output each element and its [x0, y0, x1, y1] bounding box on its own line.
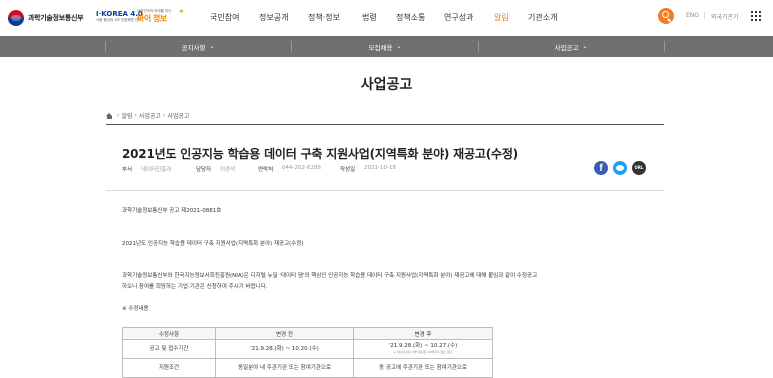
edit-heading: ※ 수정내용	[122, 306, 149, 312]
table-cell-note: ※ 접수마감은 세부 일정은 20페이지 참조 참조	[393, 350, 453, 354]
contact-value: 044-202-6286	[282, 165, 321, 171]
subnav-item-label: 사업공고	[554, 43, 579, 52]
gnb-item-policy-communication[interactable]: 정책소통	[396, 11, 425, 25]
ikorea-logo-text: I·KOREA 4.0	[96, 10, 143, 18]
international-site-link[interactable]: 외국기관기	[711, 12, 739, 21]
gnb-item-about[interactable]: 기관소개	[528, 11, 557, 25]
gnb-item-policy-info[interactable]: 정책·정보	[308, 11, 340, 25]
slogan-logo: 대한민국의 미래를 여는 바이 정보 ✦	[137, 7, 185, 25]
all-menu-icon[interactable]	[751, 11, 761, 21]
notice-number: 과학기술정보통신부 공고 제2021-0881호	[122, 208, 222, 214]
chevron-down-icon: ⌄	[209, 43, 215, 50]
sparkle-icon: ✦	[178, 7, 185, 16]
twitter-share-icon[interactable]	[613, 161, 627, 175]
breadcrumb: › 알림 › 사업공고 › 사업공고	[106, 111, 189, 120]
post-title: 2021년도 인공지능 학습용 데이터 구축 지원사업(지역특화 분야) 재공고…	[122, 147, 518, 161]
notice-paragraph-line2: 하오니 참여를 희망하는 기업·기관은 신청하여 주시기 바랍니다.	[122, 284, 268, 290]
ministry-name: 과학기술정보통신부	[28, 14, 84, 22]
dept-label: 부서	[122, 167, 133, 173]
header-divider	[704, 12, 705, 19]
chevron-down-icon: ⌄	[582, 43, 588, 50]
gnb-item-research-results[interactable]: 연구성과	[444, 11, 473, 25]
notice-title: 2021년도 인공지능 학습용 데이터 구축 지원사업(지역특화 분야) 재공고…	[122, 241, 304, 247]
chevron-down-icon: ⌄	[396, 43, 402, 50]
home-icon[interactable]	[106, 112, 113, 119]
site-header: 과학기술정보통신부 I·KOREA 4.0 사람 중심의 4차 산업혁명 선도 …	[0, 0, 773, 35]
ikorea-logo: I·KOREA 4.0 사람 중심의 4차 산업혁명 선도	[96, 10, 143, 26]
table-header-cell: 변경 후	[353, 327, 493, 340]
breadcrumb-item[interactable]: 사업공고	[139, 111, 161, 120]
subnav-item-notices[interactable]: 공지사항 ⌄	[105, 36, 291, 57]
slogan-big-text: 바이 정보	[137, 14, 167, 23]
breadcrumb-arrow-icon: ›	[134, 112, 137, 119]
table-row: 지원조건 동일분야 내 주관기관 또는 참여기관으로 동 공고에 주관기관 또는…	[122, 358, 493, 378]
manager-value: 이경석	[220, 167, 236, 173]
table-cell: '21.9.28.(화) ~ 10.27.(수) ※ 접수마감은 세부 일정은 …	[353, 339, 493, 359]
breadcrumb-item-current[interactable]: 사업공고	[167, 111, 189, 120]
table-cell: 지원조건	[122, 358, 216, 378]
subnav-item-recruitment[interactable]: 모집채용 ⌄	[292, 36, 478, 57]
dept-value: 데이터진흥과	[141, 167, 172, 173]
table-row: 공고 및 접수기간 '21.9.28.(화) ~ 10.20.(수) '21.9…	[122, 339, 493, 359]
breadcrumb-arrow-icon: ›	[117, 112, 120, 119]
meta-divider	[106, 190, 664, 191]
page-title: 사업공고	[360, 77, 413, 93]
contact-label: 연락처	[258, 167, 274, 173]
table-header-cell: 수정사항	[122, 327, 216, 340]
subnav-item-label: 공지사항	[181, 43, 206, 52]
breadcrumb-item[interactable]: 알림	[121, 111, 132, 120]
table-cell: 동 공고에 주관기관 또는 참여기관으로	[353, 358, 493, 378]
changes-table: 수정사항 변경 전 변경 후 공고 및 접수기간 '21.9.28.(화) ~ …	[122, 327, 493, 378]
gnb-item-information-disclosure[interactable]: 정보공개	[259, 11, 288, 25]
gnb-item-participation[interactable]: 국민참여	[210, 11, 239, 25]
content-top-divider	[106, 124, 664, 125]
ministry-logo[interactable]: 과학기술정보통신부	[8, 9, 84, 27]
subnav-divider	[664, 41, 665, 52]
breadcrumb-arrow-icon: ›	[162, 112, 166, 119]
ikorea-logo-subtext: 사람 중심의 4차 산업혁명 선도	[96, 18, 142, 22]
table-cell: '21.9.28.(화) ~ 10.20.(수)	[215, 339, 354, 359]
table-cell-value: '21.9.28.(화) ~ 10.27.(수)	[388, 343, 458, 349]
sub-navigation: 공지사항 ⌄ 모집채용 ⌄ 사업공고 ⌄	[0, 36, 773, 57]
date-label: 작성일	[340, 167, 356, 173]
gnb-item-laws[interactable]: 법령	[362, 11, 377, 25]
table-cell: 공고 및 접수기간	[122, 339, 216, 359]
subnav-item-business-notices[interactable]: 사업공고 ⌄	[478, 36, 664, 57]
government-emblem-icon	[8, 10, 24, 26]
facebook-share-icon[interactable]: f	[594, 161, 608, 175]
table-header-cell: 변경 전	[215, 327, 354, 340]
date-value: 2021-10-18	[364, 165, 396, 171]
gnb-item-notice[interactable]: 알림	[494, 11, 509, 25]
manager-label: 담당자	[196, 167, 212, 173]
notice-paragraph-line1: 과학기술정보통신부와 한국지능정보사회진흥원(NIA)은 디지털 뉴딜 '데이터…	[122, 273, 538, 279]
subnav-item-label: 모집채용	[368, 43, 393, 52]
url-copy-icon[interactable]: URL	[632, 161, 646, 175]
table-cell: 동일분야 내 주관기관 또는 참여기관으로	[215, 358, 354, 378]
english-site-link[interactable]: ENG	[686, 12, 699, 19]
table-header-row: 수정사항 변경 전 변경 후	[122, 327, 493, 340]
search-button[interactable]	[658, 8, 674, 24]
